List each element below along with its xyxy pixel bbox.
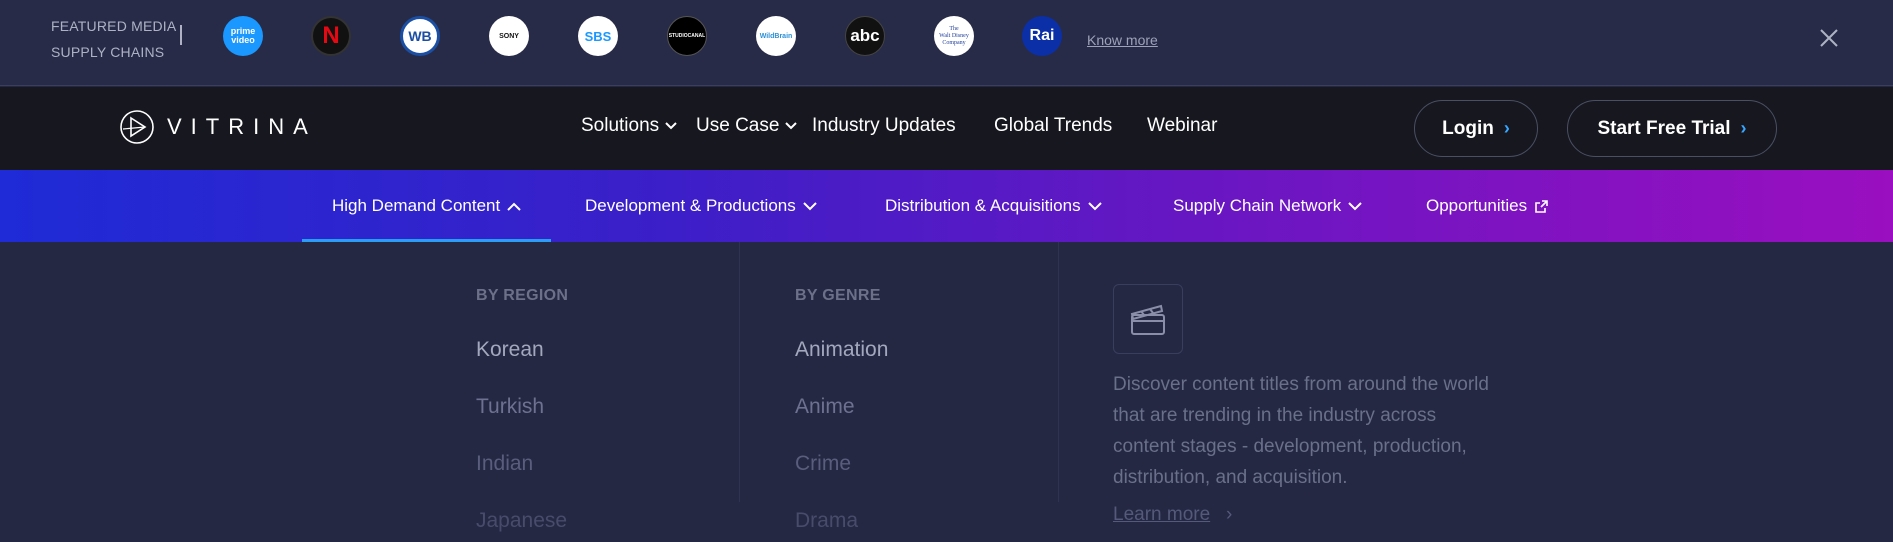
column-divider [739, 242, 740, 502]
nav-global-trends[interactable]: Global Trends [994, 115, 1112, 137]
login-label: Login [1442, 117, 1494, 139]
subnav-distribution-label: Distribution & Acquisitions [885, 196, 1081, 215]
nav-webinar[interactable]: Webinar [1147, 115, 1217, 137]
chevron-down-icon [1348, 201, 1362, 210]
learn-more-link[interactable]: Learn more [1113, 504, 1210, 526]
login-button[interactable]: Login › [1414, 100, 1538, 157]
brand-logo[interactable]: VITRINA [119, 107, 317, 147]
nav-solutions-label: Solutions [581, 115, 660, 136]
region-item-japanese[interactable]: Japanese [476, 509, 567, 533]
nav-use-case-label: Use Case [696, 115, 780, 136]
region-item-korean[interactable]: Korean [476, 338, 544, 362]
column-divider [1058, 242, 1059, 502]
abc-logo[interactable]: abc [845, 16, 885, 56]
nav-webinar-label: Webinar [1147, 115, 1218, 136]
close-icon[interactable] [1818, 27, 1840, 49]
chevron-down-icon [785, 122, 798, 130]
prime-video-logo[interactable]: prime video [223, 16, 263, 56]
subnav-supply-chain-label: Supply Chain Network [1173, 196, 1342, 215]
genre-item-crime[interactable]: Crime [795, 452, 851, 476]
brand-name: VITRINA [167, 114, 317, 139]
subnav-development-productions[interactable]: Development & Productions [585, 170, 817, 242]
nav-global-trends-label: Global Trends [994, 115, 1113, 136]
subnav-opportunities-label: Opportunities [1426, 196, 1528, 215]
menu-description: Discover content titles from around the … [1113, 374, 1489, 488]
featured-label-line2: SUPPLY CHAINS [51, 44, 165, 60]
clapperboard-icon [1130, 304, 1165, 335]
nav-industry-updates-label: Industry Updates [812, 115, 956, 136]
chevron-up-icon [507, 202, 521, 211]
start-free-trial-button[interactable]: Start Free Trial › [1567, 100, 1777, 157]
mega-menu-panel: BY REGION Korean Turkish Indian Japanese… [0, 242, 1893, 542]
know-more-link[interactable]: Know more [1087, 32, 1158, 48]
nav-use-case[interactable]: Use Case [696, 115, 798, 137]
vitrina-logo-icon [120, 110, 154, 144]
featured-separator [180, 25, 182, 45]
chevron-right-icon: › [1226, 504, 1233, 525]
subnav-opportunities[interactable]: Opportunities [1426, 170, 1549, 242]
disney-logo[interactable]: The Walt Disney Company [934, 16, 974, 56]
featured-media-bar: FEATURED MEDIA SUPPLY CHAINS prime video … [0, 0, 1893, 86]
genre-item-animation[interactable]: Animation [795, 338, 888, 362]
subnav-distribution-acquisitions[interactable]: Distribution & Acquisitions [885, 170, 1102, 242]
nav-industry-updates[interactable]: Industry Updates [812, 115, 956, 137]
subnav-high-demand-content[interactable]: High Demand Content [301, 170, 552, 242]
genre-item-drama[interactable]: Drama [795, 509, 858, 533]
subnav-high-demand-label: High Demand Content [332, 196, 501, 215]
main-navigation: VITRINA Solutions Use Case Industry Upda… [0, 87, 1893, 170]
external-link-icon [1535, 199, 1548, 213]
clapperboard-icon-box [1113, 284, 1183, 354]
chevron-down-icon [803, 201, 817, 210]
region-item-turkish[interactable]: Turkish [476, 395, 544, 419]
subnav-supply-chain-network[interactable]: Supply Chain Network [1173, 170, 1362, 242]
featured-label-line1: FEATURED MEDIA [51, 18, 177, 34]
chevron-right-icon: › [1503, 118, 1510, 138]
region-item-indian[interactable]: Indian [476, 452, 533, 476]
chevron-down-icon [665, 122, 677, 130]
chevron-right-icon: › [1740, 118, 1747, 138]
studiocanal-logo[interactable]: STUDIOCANAL [667, 16, 707, 56]
by-region-heading: BY REGION [476, 287, 569, 304]
wildbrain-logo[interactable]: WildBrain [756, 16, 796, 56]
sbs-logo[interactable]: SBS [578, 16, 618, 56]
genre-item-anime[interactable]: Anime [795, 395, 855, 419]
start-free-trial-label: Start Free Trial [1597, 117, 1731, 139]
subnav-development-label: Development & Productions [585, 196, 796, 215]
by-genre-heading: BY GENRE [795, 287, 881, 304]
rai-logo[interactable]: Rai [1022, 16, 1062, 56]
featured-media-label: FEATURED MEDIA SUPPLY CHAINS [51, 13, 181, 65]
nav-solutions[interactable]: Solutions [581, 115, 677, 137]
warner-bros-logo[interactable]: WB [400, 16, 440, 56]
sub-navigation: High Demand Content Development & Produc… [0, 170, 1893, 242]
netflix-logo[interactable]: N [311, 16, 351, 56]
chevron-down-icon [1087, 201, 1102, 210]
sony-logo[interactable]: SONY [489, 16, 529, 56]
